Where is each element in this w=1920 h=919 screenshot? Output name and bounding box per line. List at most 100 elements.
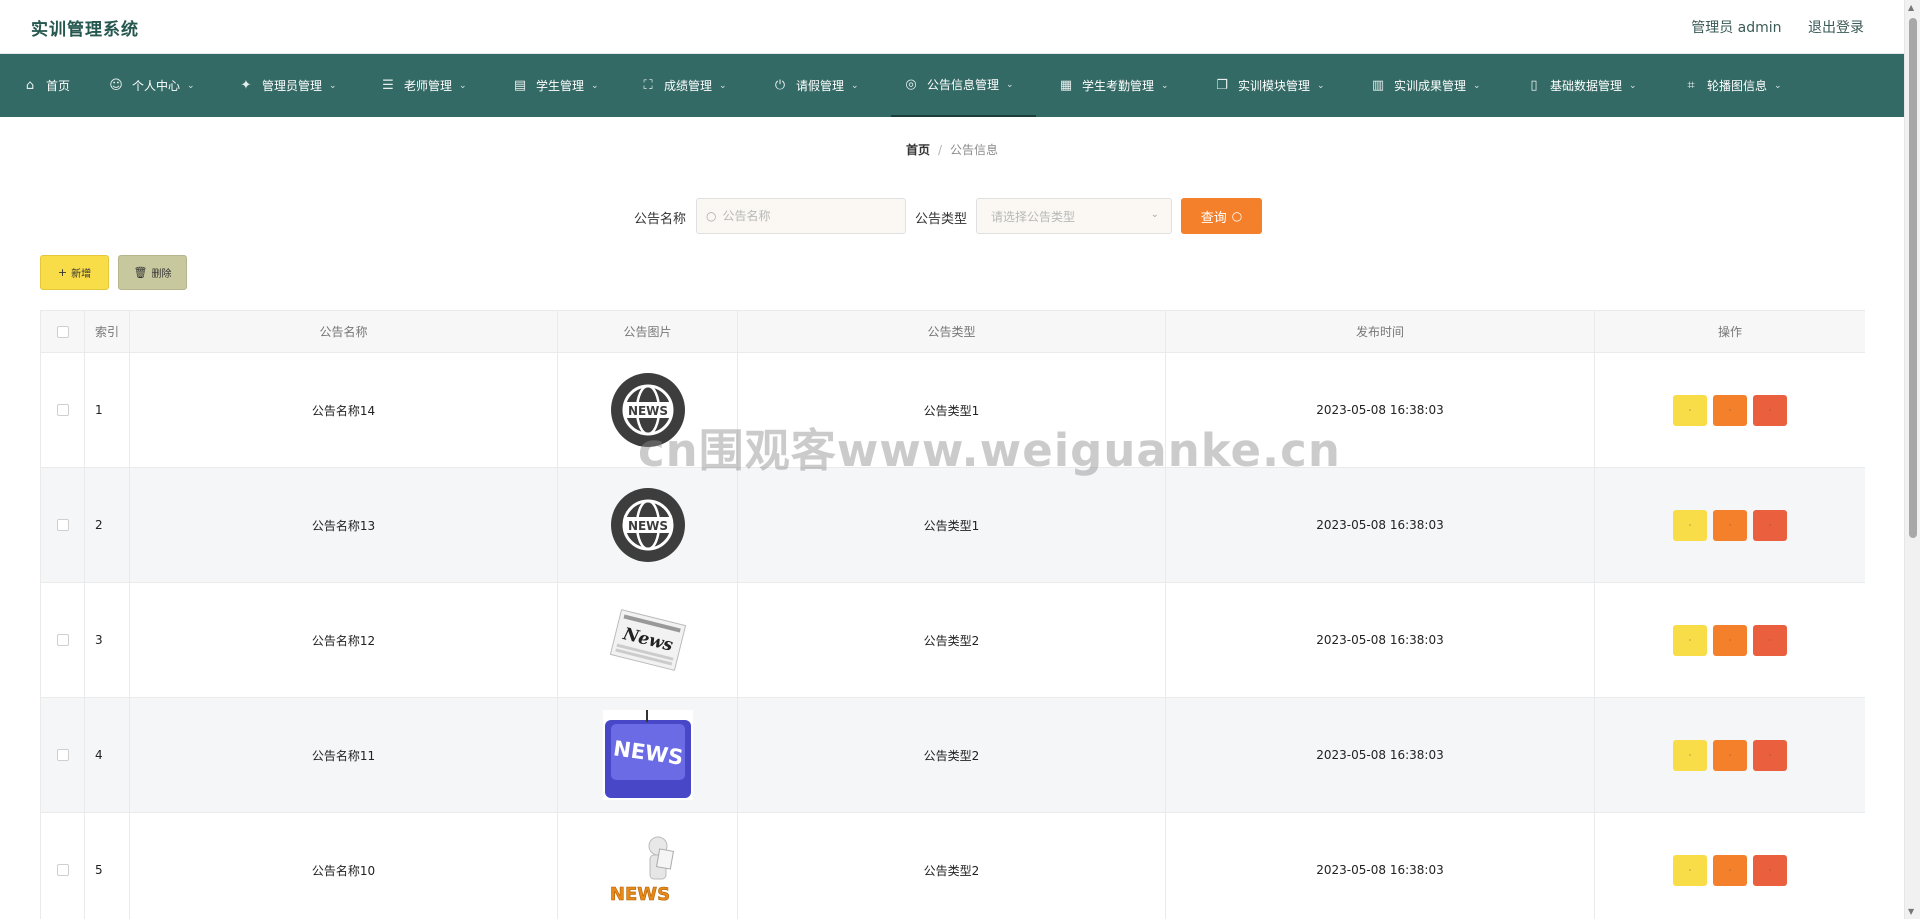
row-select-cell[interactable]: [40, 813, 85, 919]
select-all-checkbox[interactable]: [56, 325, 69, 338]
table-body: 1 公告名称14 NEWS 公告类型1 2023-05-08 16:38:03 · · · 2 公…: [40, 353, 1865, 919]
nav-item-9[interactable]: ❐ 实训模块管理 ⌄: [1214, 54, 1324, 117]
type-select-placeholder: 请选择公告类型: [991, 209, 1076, 224]
row-image-cell: NEWS: [558, 468, 738, 582]
scroll-thumb[interactable]: [1909, 18, 1917, 538]
add-button-label: 新增: [71, 269, 92, 280]
query-button[interactable]: 查询 ○: [1181, 198, 1262, 234]
view-button[interactable]: ·: [1673, 624, 1707, 656]
row-delete-button[interactable]: ·: [1753, 394, 1787, 426]
view-button[interactable]: ·: [1673, 854, 1707, 886]
row-delete-button[interactable]: ·: [1753, 509, 1787, 541]
svg-text:NEWS: NEWS: [627, 519, 667, 533]
bell-off-icon: ✦: [240, 78, 252, 93]
row-index: 1: [85, 353, 130, 467]
notice-image[interactable]: NEWS: [602, 824, 694, 916]
nav-item-12[interactable]: ⌗ 轮播图信息 ⌄: [1683, 54, 1781, 117]
chevron-down-icon: ⌄: [459, 80, 467, 91]
row-select-cell[interactable]: [40, 353, 85, 467]
row-notice-type: 公告类型2: [738, 698, 1166, 812]
nav-item-1[interactable]: ☺ 个人中心 ⌄: [108, 54, 194, 117]
row-checkbox[interactable]: [56, 864, 69, 876]
row-notice-type: 公告类型1: [738, 468, 1166, 582]
view-button[interactable]: ·: [1673, 739, 1707, 771]
row-publish-time: 2023-05-08 16:38:03: [1166, 698, 1595, 812]
row-notice-name: 公告名称14: [130, 353, 558, 467]
row-image-cell: NEWS: [558, 353, 738, 467]
logout-link[interactable]: 退出登录: [1808, 20, 1864, 36]
nav-item-2[interactable]: ✦ 管理员管理 ⌄: [238, 54, 337, 117]
row-checkbox[interactable]: [56, 404, 69, 416]
header-select-all[interactable]: [40, 311, 85, 352]
sliders-icon: ☰: [382, 78, 394, 93]
nav-item-6[interactable]: ⏻ 请假管理 ⌄: [772, 54, 859, 117]
edit-button[interactable]: ·: [1713, 739, 1747, 771]
row-select-cell[interactable]: [40, 583, 85, 697]
nav-item-0[interactable]: ⌂ 首页: [22, 54, 70, 117]
notice-image[interactable]: NEWS: [602, 479, 694, 571]
table-header: 索引 公告名称 公告图片 公告类型 发布时间 操作: [40, 311, 1865, 353]
row-publish-time: 2023-05-08 16:38:03: [1166, 813, 1595, 919]
view-button[interactable]: ·: [1673, 394, 1707, 426]
notice-image[interactable]: News: [602, 594, 694, 686]
row-image-cell: News: [558, 583, 738, 697]
type-select[interactable]: 请选择公告类型 ⌄: [976, 198, 1172, 234]
row-index: 3: [85, 583, 130, 697]
column-header-index: 索引: [85, 311, 130, 352]
column-header-actions: 操作: [1717, 325, 1742, 339]
nav-item-4[interactable]: ▤ 学生管理 ⌄: [512, 54, 599, 117]
edit-button[interactable]: ·: [1713, 624, 1747, 656]
chevron-down-icon: ⌄: [329, 80, 337, 91]
edit-button[interactable]: ·: [1713, 394, 1747, 426]
compass-icon: ◎: [905, 77, 917, 92]
row-actions: · · ·: [1595, 813, 1865, 919]
row-select-cell[interactable]: [40, 698, 85, 812]
nav-item-7[interactable]: ◎ 公告信息管理 ⌄: [891, 54, 1036, 117]
search-name-field[interactable]: ○: [696, 198, 906, 234]
row-delete-button[interactable]: ·: [1753, 624, 1787, 656]
app-title: 实训管理系统: [31, 20, 139, 40]
breadcrumb-home[interactable]: 首页: [906, 143, 930, 157]
nav-item-label: 老师管理: [404, 79, 453, 93]
search-input[interactable]: [722, 209, 893, 223]
row-checkbox[interactable]: [56, 519, 69, 531]
nav-item-3[interactable]: ☰ 老师管理 ⌄: [380, 54, 467, 117]
notice-image[interactable]: NEWS: [602, 364, 694, 456]
admin-user-link[interactable]: 管理员 admin: [1691, 20, 1781, 36]
row-checkbox[interactable]: [56, 634, 69, 646]
notice-image[interactable]: NEWS: [602, 709, 694, 801]
edit-button[interactable]: ·: [1713, 509, 1747, 541]
nav-item-8[interactable]: ▦ 学生考勤管理 ⌄: [1058, 54, 1169, 117]
page-scrollbar[interactable]: ▲ ▼: [1904, 0, 1920, 919]
row-delete-button[interactable]: ·: [1753, 739, 1787, 771]
nav-item-11[interactable]: ▯ 基础数据管理 ⌄: [1526, 54, 1636, 117]
crop-icon: ⌗: [1687, 78, 1695, 93]
row-checkbox[interactable]: [56, 749, 69, 761]
user-icon: ☺: [109, 78, 123, 93]
nav-item-10[interactable]: ▥ 实训成果管理 ⌄: [1370, 54, 1481, 117]
add-button[interactable]: + 新增: [40, 255, 109, 290]
row-notice-name: 公告名称12: [130, 583, 558, 697]
nav-item-label: 个人中心: [132, 79, 181, 93]
home-icon: ⌂: [25, 78, 35, 93]
row-select-cell[interactable]: [40, 468, 85, 582]
delete-button-label: 删除: [151, 269, 172, 280]
row-index: 2: [85, 468, 130, 582]
power-icon: ⏻: [774, 78, 786, 93]
search-type-label: 公告类型: [915, 212, 968, 227]
copy-icon: ❐: [1216, 78, 1228, 93]
row-index: 4: [85, 698, 130, 812]
view-button[interactable]: ·: [1673, 509, 1707, 541]
chevron-down-icon: ⌄: [1006, 79, 1014, 90]
fullscreen-icon: ⛶: [643, 78, 653, 93]
search-icon: ○: [706, 209, 717, 223]
row-delete-button[interactable]: ·: [1753, 854, 1787, 886]
chevron-down-icon: ⌄: [1161, 80, 1169, 91]
scroll-down-arrow-icon[interactable]: ▼: [1908, 907, 1914, 916]
scroll-up-arrow-icon[interactable]: ▲: [1908, 3, 1914, 12]
edit-button[interactable]: ·: [1713, 854, 1747, 886]
nav-item-5[interactable]: ⛶ 成绩管理 ⌄: [640, 54, 726, 117]
delete-button[interactable]: 🗑 删除: [118, 255, 187, 290]
nav-item-label: 实训模块管理: [1238, 79, 1311, 93]
row-notice-name: 公告名称10: [130, 813, 558, 919]
